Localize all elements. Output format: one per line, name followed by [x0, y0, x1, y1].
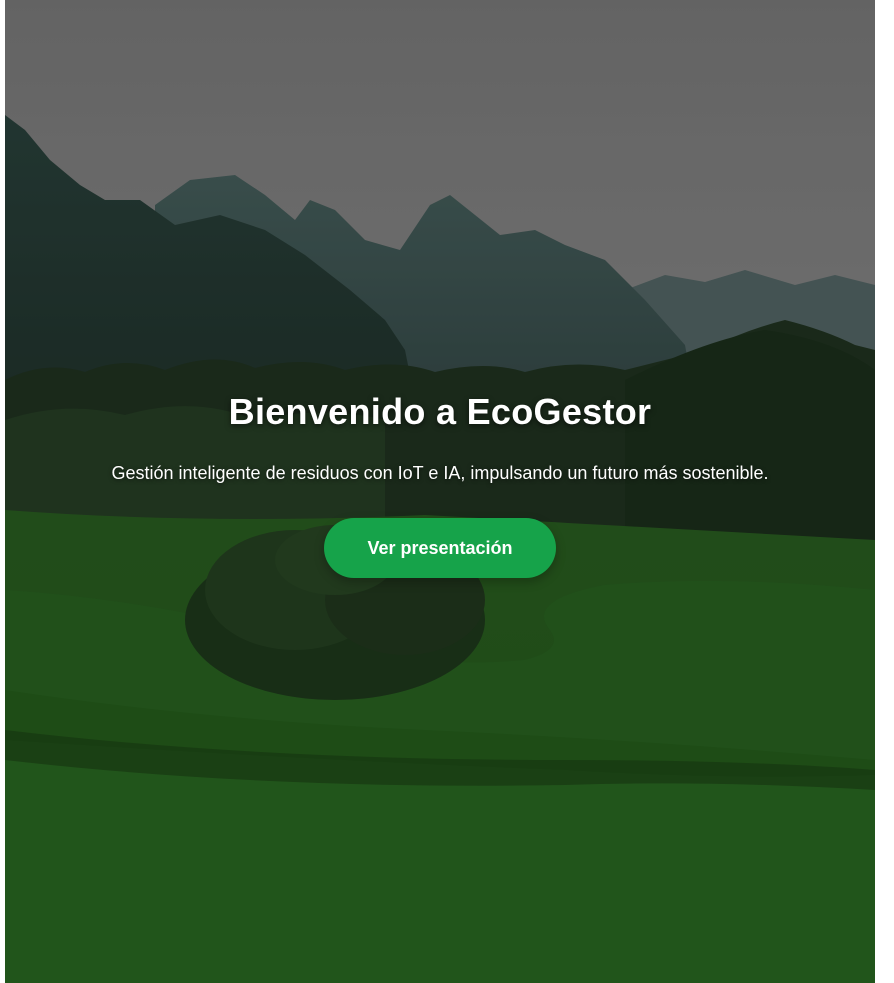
- hero-subtitle: Gestión inteligente de residuos con IoT …: [111, 463, 769, 483]
- hero-section: Bienvenido a EcoGestor Gestión inteligen…: [5, 0, 875, 983]
- hero-title: Bienvenido a EcoGestor: [228, 391, 652, 432]
- hero-content: Bienvenido a EcoGestor Gestión inteligen…: [5, 388, 875, 578]
- view-presentation-button[interactable]: Ver presentación: [324, 518, 556, 578]
